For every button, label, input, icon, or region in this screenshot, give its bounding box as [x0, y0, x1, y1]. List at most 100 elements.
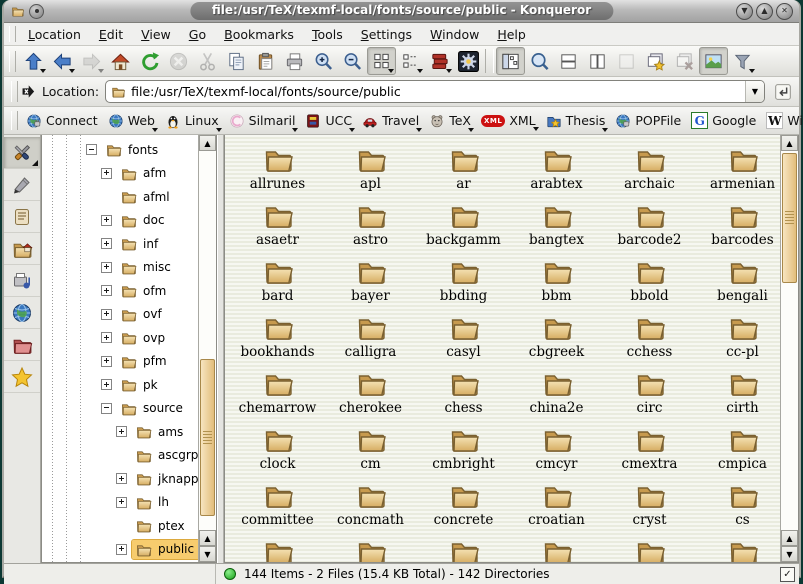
folder-item[interactable]: committee — [231, 476, 324, 532]
tree-item-doc[interactable]: doc — [42, 209, 198, 233]
tree-item-jknappen[interactable]: jknappen — [42, 467, 198, 491]
scroll-up-icon[interactable]: ▲ — [781, 530, 798, 546]
menu-location[interactable]: Location — [19, 25, 90, 44]
folder-item[interactable]: cirth — [696, 364, 780, 420]
tree-item-misc[interactable]: misc — [42, 256, 198, 280]
collapse-icon[interactable] — [101, 403, 112, 414]
menu-settings[interactable]: Settings — [352, 25, 421, 44]
menu-help[interactable]: Help — [488, 25, 535, 44]
sidebar-button-services[interactable] — [4, 265, 40, 297]
folder-item[interactable]: armenian — [696, 140, 780, 196]
menu-go[interactable]: Go — [180, 25, 215, 44]
folder-item[interactable]: cmbright — [417, 420, 510, 476]
up-button[interactable] — [19, 47, 48, 75]
tree-item-lh[interactable]: lh — [42, 491, 198, 515]
tree-item-pk[interactable]: pk — [42, 373, 198, 397]
expand-icon[interactable] — [101, 238, 112, 249]
clear-location-icon[interactable] — [21, 83, 38, 100]
sidebar-button-tools[interactable] — [4, 137, 40, 169]
expand-icon[interactable] — [101, 262, 112, 273]
forward-button[interactable] — [77, 47, 106, 75]
tree-scrollbar[interactable]: ▲ ▲ ▼ — [198, 135, 216, 562]
folder-item[interactable]: bard — [231, 252, 324, 308]
titlebar[interactable]: file:/usr/TeX/texmf-local/fonts/source/p… — [4, 0, 799, 23]
new-tab-button[interactable] — [641, 47, 670, 75]
tree-item-ascgrp[interactable]: ascgrp — [42, 444, 198, 468]
folder-item[interactable]: barcode2 — [603, 196, 696, 252]
folder-item[interactable]: cbgreek — [510, 308, 603, 364]
folder-item[interactable]: cc-pl — [696, 308, 780, 364]
stop-button[interactable] — [164, 47, 193, 75]
bookmark-popfile[interactable]: POPFile — [610, 111, 686, 131]
folder-item[interactable]: cherokee — [324, 364, 417, 420]
window-folder-icon[interactable] — [10, 4, 25, 18]
find-file-button[interactable] — [525, 47, 554, 75]
tree-item-source[interactable]: source — [42, 397, 198, 421]
folder-item[interactable]: cmcyr — [510, 420, 603, 476]
menu-tools[interactable]: Tools — [303, 25, 352, 44]
tree-item-ptex[interactable]: ptex — [42, 514, 198, 538]
folder-item[interactable]: allrunes — [231, 140, 324, 196]
toolbar-handle[interactable] — [9, 51, 16, 72]
bookmark-web[interactable]: Web — [103, 111, 160, 131]
bookmark-xml[interactable]: XML XML — [476, 111, 541, 130]
folder-item[interactable]: bbm — [510, 252, 603, 308]
detailed-list-view-button[interactable] — [425, 47, 454, 75]
zoom-out-button[interactable] — [338, 47, 367, 75]
location-dropdown-icon[interactable]: ▼ — [745, 81, 764, 102]
view-checkmark-icon[interactable]: ✓ — [780, 567, 795, 582]
folder-item[interactable]: astro — [324, 196, 417, 252]
bookmark-thesis[interactable]: Thesis — [541, 111, 611, 131]
folder-item[interactable]: china2e — [510, 364, 603, 420]
maximize-icon[interactable]: ▲ — [756, 3, 773, 20]
folder-item[interactable]: bengali — [696, 252, 780, 308]
reload-button[interactable] — [135, 47, 164, 75]
folder-item[interactable] — [696, 532, 780, 562]
bookmark-wikipedia[interactable]: Wikipedia W Wikipedia — [761, 110, 803, 131]
sidebar-button-bookmarks[interactable] — [4, 361, 40, 393]
sidebar-button-home-folder[interactable] — [4, 233, 40, 265]
split-view-left-right-button[interactable] — [583, 47, 612, 75]
filter-button[interactable] — [728, 47, 757, 75]
menu-edit[interactable]: Edit — [90, 25, 132, 44]
folder-item[interactable]: casyl — [417, 308, 510, 364]
location-combobox[interactable]: file:/usr/TeX/texmf-local/fonts/source/p… — [105, 80, 765, 103]
menu-view[interactable]: View — [132, 25, 180, 44]
folder-item[interactable]: cmextra — [603, 420, 696, 476]
zoom-in-button[interactable] — [309, 47, 338, 75]
expand-icon[interactable] — [101, 215, 112, 226]
folder-item[interactable]: bangtex — [510, 196, 603, 252]
panel-splitter[interactable] — [217, 135, 224, 563]
folder-item[interactable]: clock — [231, 420, 324, 476]
tree-item-inf[interactable]: inf — [42, 232, 198, 256]
folder-item[interactable]: apl — [324, 140, 417, 196]
split-view-top-bottom-button[interactable] — [554, 47, 583, 75]
folder-item[interactable]: bbding — [417, 252, 510, 308]
bookmark-google[interactable]: G Google — [686, 110, 761, 131]
folder-item[interactable]: cs — [696, 476, 780, 532]
folder-item[interactable]: concrete — [417, 476, 510, 532]
folder-item[interactable]: cryst — [603, 476, 696, 532]
back-button[interactable] — [48, 47, 77, 75]
bookmark-silmaril[interactable]: Silmaril — [224, 111, 301, 131]
show-navigation-panel-button[interactable] — [496, 47, 525, 75]
paste-button[interactable] — [251, 47, 280, 75]
print-button[interactable] — [280, 47, 309, 75]
bookmark-tex[interactable]: TeX — [424, 111, 476, 131]
tree-item-ovf[interactable]: ovf — [42, 303, 198, 327]
scroll-up-icon[interactable]: ▲ — [199, 530, 216, 546]
folder-item[interactable]: chess — [417, 364, 510, 420]
sidebar-button-history[interactable] — [4, 201, 40, 233]
expand-icon[interactable] — [101, 356, 112, 367]
tree-item-fonts[interactable]: fonts — [42, 138, 198, 162]
bookmark-travel[interactable]: Travel — [357, 111, 424, 131]
folder-item[interactable] — [603, 532, 696, 562]
scrollbar-thumb[interactable] — [782, 153, 797, 283]
folder-item[interactable]: bbold — [603, 252, 696, 308]
image-preview-button[interactable] — [699, 47, 728, 75]
sidebar-button-network[interactable] — [4, 297, 40, 329]
location-input[interactable]: file:/usr/TeX/texmf-local/fonts/source/p… — [126, 84, 745, 99]
scroll-down-icon[interactable]: ▼ — [781, 546, 798, 562]
collapse-icon[interactable] — [86, 144, 97, 155]
scroll-up-icon[interactable]: ▲ — [199, 135, 216, 151]
